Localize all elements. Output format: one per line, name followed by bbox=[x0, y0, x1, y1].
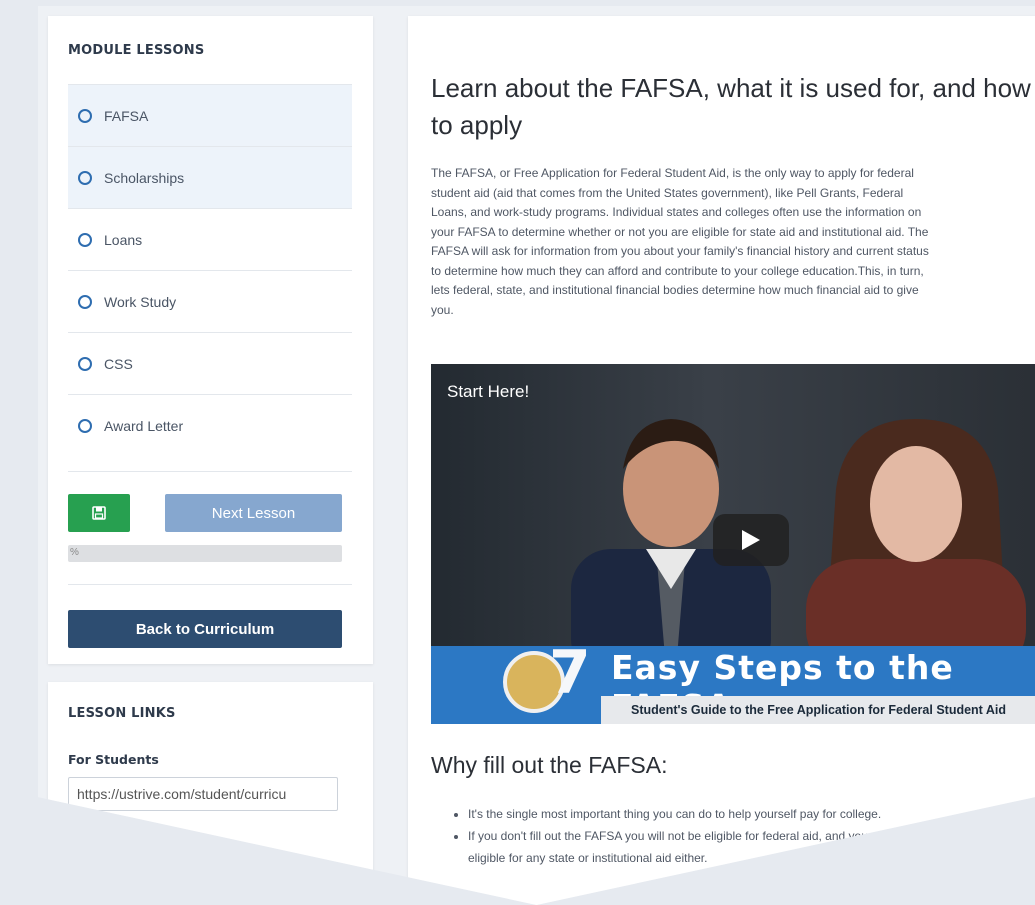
banner-number: 7 bbox=[549, 638, 591, 708]
app-frame: MODULE LESSONS FAFSA Scholarships Loans … bbox=[38, 6, 1035, 905]
play-icon[interactable] bbox=[713, 514, 789, 566]
paragraph-line: to determine how much they can afford an… bbox=[431, 263, 924, 278]
lesson-label: Scholarships bbox=[104, 169, 185, 186]
lesson-progress-bar: % bbox=[68, 545, 342, 562]
lesson-item-fafsa[interactable]: FAFSA bbox=[68, 84, 352, 146]
next-lesson-button[interactable]: Next Lesson bbox=[165, 494, 342, 532]
list-item: If you don't fill out the FAFSA you will… bbox=[468, 825, 937, 847]
paragraph-line: The FAFSA, or Free Application for Feder… bbox=[431, 166, 914, 180]
lesson-label: CSS bbox=[104, 355, 133, 372]
list-item: It's the single most important thing you… bbox=[468, 803, 937, 825]
video-player[interactable]: Start Here! 7 Easy Steps to the FAFSA St… bbox=[431, 364, 1035, 724]
divider bbox=[68, 584, 352, 585]
lesson-label: Loans bbox=[104, 231, 143, 248]
banner-subtitle: Student's Guide to the Free Application … bbox=[601, 696, 1035, 724]
lesson-item-award-letter[interactable]: Award Letter bbox=[68, 394, 352, 456]
module-lessons-title: MODULE LESSONS bbox=[68, 43, 205, 58]
list-item: eligible for any state or institutional … bbox=[468, 851, 708, 865]
lesson-label: FAFSA bbox=[104, 107, 149, 124]
paragraph-line: your FAFSA to determine whether or not y… bbox=[431, 224, 929, 239]
why-heading: Why fill out the FAFSA: bbox=[431, 752, 668, 778]
radio-circle-icon bbox=[78, 108, 92, 123]
lesson-label: Work Study bbox=[104, 293, 177, 310]
divider bbox=[68, 471, 352, 472]
paragraph-line: Loans, and work-study programs. Individu… bbox=[431, 205, 922, 219]
why-list: It's the single most important thing you… bbox=[468, 803, 937, 869]
radio-circle-icon bbox=[78, 170, 92, 185]
paragraph-line: FAFSA will ask for information from you … bbox=[431, 244, 929, 258]
save-button[interactable] bbox=[68, 494, 130, 532]
lesson-title: Learn about the FAFSA, what it is used f… bbox=[431, 73, 1031, 140]
back-to-curriculum-button[interactable]: Back to Curriculum bbox=[68, 610, 342, 648]
lesson-content-card: Learn about the FAFSA, what it is used f… bbox=[408, 16, 1035, 905]
floppy-disk-icon bbox=[92, 506, 106, 520]
lesson-label: Award Letter bbox=[104, 417, 184, 434]
radio-circle-icon bbox=[78, 294, 92, 309]
paragraph-line: student aid (aid that comes from the Uni… bbox=[431, 185, 904, 200]
radio-circle-icon bbox=[78, 356, 92, 371]
lesson-item-work-study[interactable]: Work Study bbox=[68, 270, 352, 332]
lesson-item-css[interactable]: CSS bbox=[68, 332, 352, 394]
lesson-links-card: LESSON LINKS For Students https://ustriv… bbox=[48, 682, 373, 905]
lesson-intro-paragraph: The FAFSA, or Free Application for Feder… bbox=[431, 164, 1035, 320]
video-presenter-woman bbox=[806, 419, 1026, 669]
radio-circle-icon bbox=[78, 418, 92, 433]
for-students-label: For Students bbox=[68, 752, 159, 767]
lesson-item-loans[interactable]: Loans bbox=[68, 208, 352, 270]
paragraph-line: you. bbox=[431, 302, 454, 317]
video-banner: 7 Easy Steps to the FAFSA Student's Guid… bbox=[431, 638, 1035, 724]
student-link-field[interactable]: https://ustrive.com/student/curricu bbox=[68, 777, 338, 811]
video-overlay-text: Start Here! bbox=[447, 382, 530, 401]
lesson-links-title: LESSON LINKS bbox=[68, 706, 176, 721]
paragraph-line: lets federal, state, and institutional f… bbox=[431, 283, 919, 297]
lesson-item-scholarships[interactable]: Scholarships bbox=[68, 146, 352, 208]
progress-percent: % bbox=[70, 547, 79, 558]
radio-circle-icon bbox=[78, 232, 92, 247]
lesson-list: FAFSA Scholarships Loans Work Study CSS … bbox=[68, 84, 352, 456]
module-lessons-card: MODULE LESSONS FAFSA Scholarships Loans … bbox=[48, 16, 373, 664]
